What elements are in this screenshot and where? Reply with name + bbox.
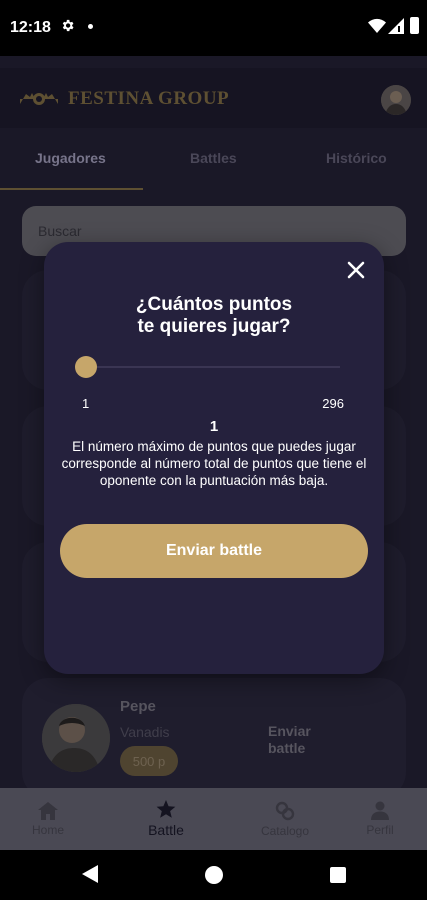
person-icon [371, 801, 389, 820]
settings-gear-icon [62, 19, 74, 32]
wifi-icon [368, 18, 386, 33]
tab-bar: Jugadores Battles Histórico [0, 128, 427, 192]
home-circle-icon[interactable] [205, 866, 223, 884]
player-card: Pepe Vanadis 500 p Enviar battle [22, 678, 406, 798]
close-icon[interactable] [344, 258, 368, 282]
send-battle-button[interactable]: Enviar battle [60, 524, 368, 578]
nav-perfil-label: Perfil [366, 823, 394, 837]
avatar-image-icon [381, 85, 411, 115]
modal-title-line1: ¿Cuántos puntos [135, 294, 293, 315]
profile-avatar[interactable] [381, 85, 411, 115]
brand-name: FESTINA GROUP [68, 88, 230, 109]
brand-logo: FESTINA GROUP [18, 88, 229, 110]
status-bar: 12:18 [0, 0, 427, 56]
nav-catalogo[interactable]: Catalogo [257, 788, 313, 850]
player-brand: Vanadis [120, 724, 170, 740]
star-icon [156, 800, 176, 818]
bottom-nav: Home Battle Catalogo Perfil [0, 788, 427, 850]
nav-battle[interactable]: Battle [142, 788, 190, 850]
nav-perfil[interactable]: Perfil [360, 788, 400, 850]
back-icon[interactable] [82, 865, 98, 883]
notification-dot-icon [88, 24, 93, 29]
player-avatar [42, 704, 110, 772]
active-tab-indicator [0, 188, 143, 190]
player-photo-icon [42, 704, 110, 772]
search-placeholder: Buscar [38, 223, 82, 239]
player-name: Pepe [120, 698, 156, 715]
tab-jugadores[interactable]: Jugadores [35, 150, 106, 166]
send-battle-link[interactable]: Enviar battle [268, 723, 328, 757]
recents-icon[interactable] [330, 867, 346, 883]
nav-home-label: Home [31, 822, 64, 837]
slider-min-label: 1 [82, 396, 90, 411]
tab-battles[interactable]: Battles [190, 150, 237, 166]
brand-crest-icon [20, 93, 58, 105]
nav-battle-label: Battle [148, 822, 184, 838]
signal-icon [388, 18, 404, 34]
points-modal: ¿Cuántos puntos te quieres jugar? 1 296 … [44, 242, 384, 674]
nav-catalogo-label: Catalogo [260, 823, 310, 838]
catalog-icon [275, 801, 295, 820]
slider-current-value: 1 [209, 418, 219, 435]
modal-description: El número máximo de puntos que puedes ju… [61, 439, 367, 488]
slider-max-label: 296 [322, 396, 344, 411]
points-slider-track[interactable] [86, 366, 340, 368]
player-points-badge: 500 p [120, 746, 178, 776]
app-header: FESTINA GROUP [0, 68, 427, 128]
home-icon [38, 801, 58, 820]
battery-icon [410, 17, 419, 34]
nav-home[interactable]: Home [28, 788, 68, 850]
modal-title-line2: te quieres jugar? [137, 316, 291, 337]
modal-title: ¿Cuántos puntos te quieres jugar? [44, 294, 384, 338]
system-nav-bar [0, 850, 427, 900]
points-slider-thumb[interactable] [75, 356, 97, 378]
status-time: 12:18 [10, 19, 51, 36]
tab-historico[interactable]: Histórico [326, 150, 387, 166]
